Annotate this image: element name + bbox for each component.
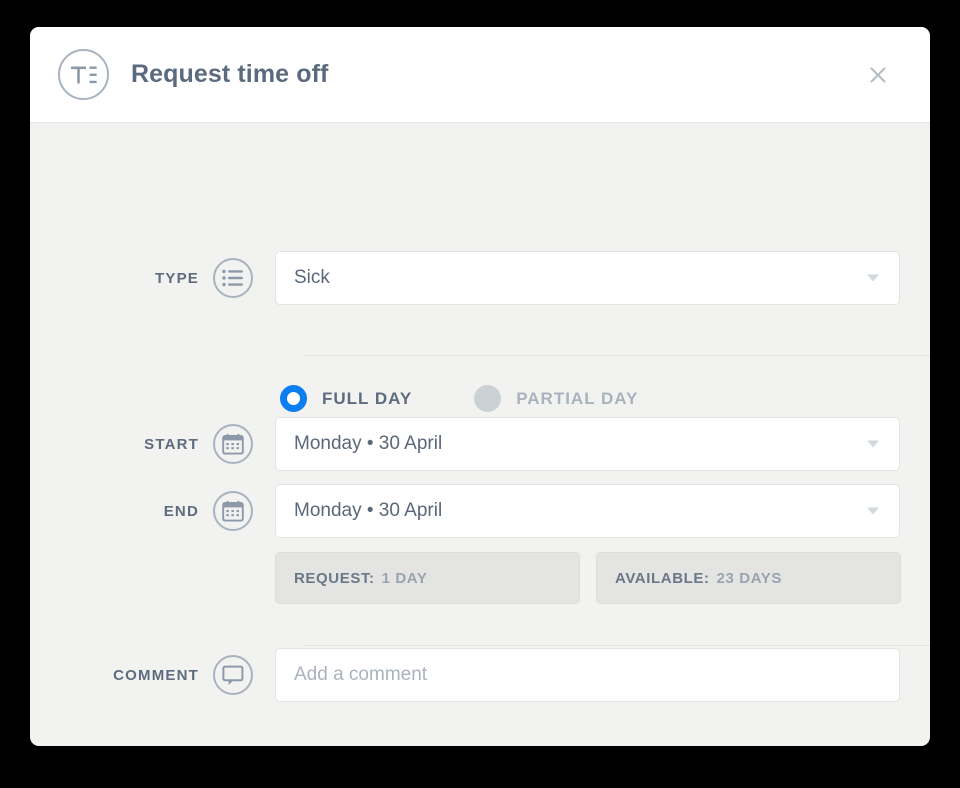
comment-label: COMMENT	[113, 666, 199, 684]
calendar-icon	[213, 424, 253, 464]
chevron-down-icon	[867, 507, 879, 515]
start-date-select[interactable]: Monday • 30 April	[275, 417, 900, 471]
end-label: END	[163, 502, 199, 520]
radio-partial-day[interactable]: PARTIAL DAY	[474, 385, 638, 412]
end-date-value: Monday • 30 April	[294, 500, 443, 521]
divider-type	[305, 355, 930, 356]
summary-pills: REQUEST: 1 DAY AVAILABLE: 23 DAYS	[275, 552, 901, 604]
radio-full-day[interactable]: FULL DAY	[280, 385, 412, 412]
available-summary-key: AVAILABLE:	[615, 569, 710, 587]
close-icon[interactable]	[864, 61, 892, 89]
end-row-label-group: END	[30, 491, 275, 531]
divider-summary	[305, 645, 930, 646]
request-time-off-modal: Request time off TYPE Sick FULL DAY PART…	[30, 27, 930, 746]
request-summary-key: REQUEST:	[294, 569, 375, 587]
comment-input-placeholder: Add a comment	[294, 664, 428, 685]
summary-row: REQUEST: 1 DAY AVAILABLE: 23 DAYS	[30, 552, 930, 604]
start-label: START	[144, 435, 199, 453]
comment-row-label-group: COMMENT	[30, 655, 275, 695]
duration-row: FULL DAY PARTIAL DAY	[30, 385, 930, 412]
request-summary-value: 1 DAY	[381, 569, 428, 587]
page-title: Request time off	[131, 60, 329, 88]
available-summary-value: 23 DAYS	[716, 569, 782, 587]
request-summary-pill: REQUEST: 1 DAY	[275, 552, 580, 604]
type-label: TYPE	[155, 269, 199, 287]
comment-bubble-icon	[213, 655, 253, 695]
modal-body: TYPE Sick FULL DAY PARTIAL DAY START Mon…	[30, 123, 930, 746]
comment-input[interactable]: Add a comment	[275, 648, 900, 702]
radio-partial-day-indicator	[474, 385, 502, 412]
modal-header: Request time off	[30, 27, 930, 123]
chevron-down-icon	[867, 274, 879, 282]
radio-full-day-indicator	[280, 385, 307, 412]
duration-options: FULL DAY PARTIAL DAY	[280, 385, 638, 412]
list-icon	[213, 258, 253, 298]
end-row: END Monday • 30 April	[30, 484, 930, 538]
type-row-label-group: TYPE	[30, 258, 275, 298]
comment-row: COMMENT Add a comment	[30, 648, 930, 702]
end-date-select[interactable]: Monday • 30 April	[275, 484, 900, 538]
chevron-down-icon	[867, 440, 879, 448]
start-date-value: Monday • 30 April	[294, 433, 443, 454]
radio-partial-day-label: PARTIAL DAY	[516, 388, 639, 408]
radio-full-day-label: FULL DAY	[322, 388, 413, 408]
type-select[interactable]: Sick	[275, 251, 900, 305]
available-summary-pill: AVAILABLE: 23 DAYS	[596, 552, 901, 604]
calendar-icon	[213, 491, 253, 531]
start-row-label-group: START	[30, 424, 275, 464]
type-row: TYPE Sick	[30, 251, 930, 305]
type-select-value: Sick	[294, 267, 330, 288]
start-row: START Monday • 30 April	[30, 417, 930, 471]
timeoff-logo-icon	[58, 49, 109, 100]
